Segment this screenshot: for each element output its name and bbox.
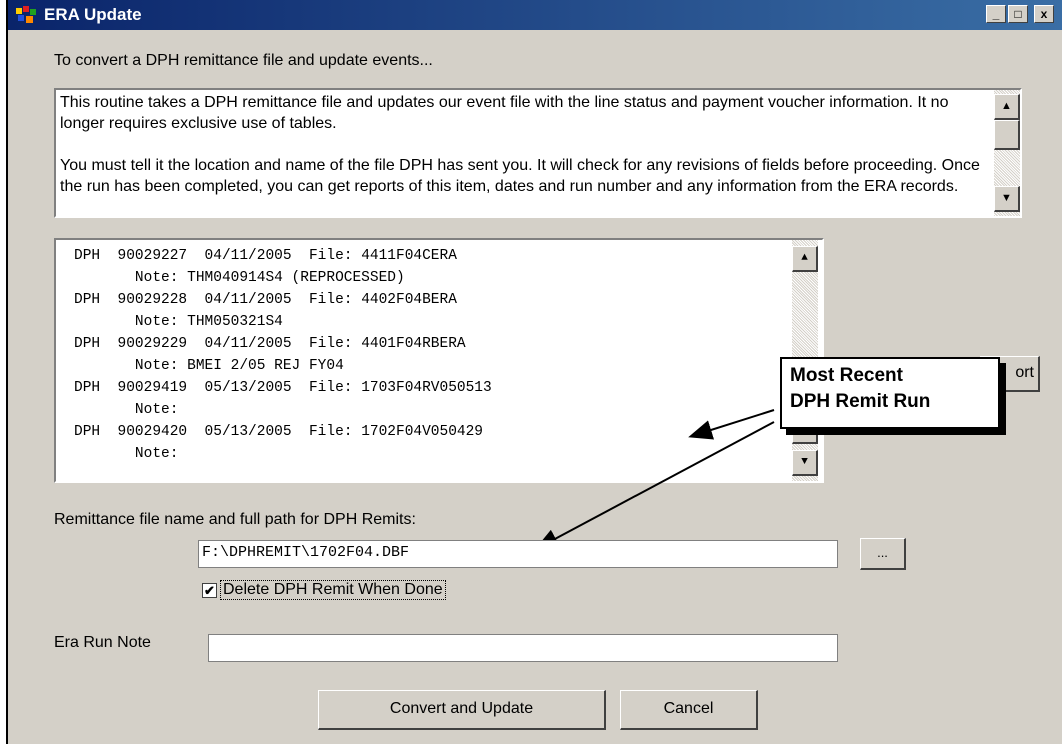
browse-button[interactable]: ...: [860, 538, 906, 570]
era-run-list[interactable]: DPH 90029227 04/11/2005 File: 4411F04CER…: [54, 238, 824, 483]
scroll-down-icon: ▼: [1001, 192, 1012, 204]
description-paragraph-2: You must tell it the location and name o…: [60, 157, 980, 195]
description-text: This routine takes a DPH remittance file…: [60, 92, 980, 197]
callout-annotation: Most Recent DPH Remit Run: [780, 357, 1000, 429]
scroll-thumb[interactable]: [994, 120, 1020, 150]
title-bar[interactable]: ERA Update _ □ x: [8, 0, 1062, 30]
scroll-down-button[interactable]: ▼: [994, 186, 1020, 212]
era-run-note-label: Era Run Note: [54, 634, 151, 651]
era-update-window: ERA Update _ □ x To convert a DPH remitt…: [6, 0, 1062, 744]
callout-line-1: Most Recent: [790, 365, 903, 386]
run-list-item[interactable]: DPH 90029228 04/11/2005 File: 4402F04BER…: [74, 292, 457, 308]
scroll-down-icon: ▼: [801, 456, 808, 468]
description-textbox[interactable]: This routine takes a DPH remittance file…: [54, 88, 1022, 218]
delete-remit-checkbox[interactable]: ✔: [202, 583, 217, 598]
run-list-note[interactable]: Note: THM050321S4: [74, 314, 283, 330]
description-paragraph-1: This routine takes a DPH remittance file…: [60, 94, 949, 132]
window-title: ERA Update: [44, 5, 142, 24]
app-icon: [16, 6, 36, 23]
run-list-item[interactable]: DPH 90029420 05/13/2005 File: 1702F04V05…: [74, 424, 483, 440]
remit-path-label: Remittance file name and full path for D…: [54, 511, 416, 528]
delete-remit-label[interactable]: Delete DPH Remit When Done: [220, 580, 446, 600]
convert-update-button[interactable]: Convert and Update: [318, 690, 606, 730]
run-list-scroll-thumb[interactable]: [792, 430, 818, 444]
run-list-note[interactable]: Note:: [74, 446, 187, 462]
run-list-scroll-up-button[interactable]: ▲: [792, 246, 818, 272]
description-scrollbar[interactable]: ▲ ▼: [994, 90, 1020, 216]
run-list-item[interactable]: DPH 90029229 04/11/2005 File: 4401F04RBE…: [74, 336, 466, 352]
scroll-up-button[interactable]: ▲: [994, 94, 1020, 120]
cancel-button[interactable]: Cancel: [620, 690, 758, 730]
callout-line-2: DPH Remit Run: [790, 391, 931, 412]
scroll-up-icon: ▲: [1001, 100, 1012, 112]
checkmark-icon: ✔: [204, 583, 215, 598]
run-list-item[interactable]: DPH 90029419 05/13/2005 File: 1703F04RV0…: [74, 380, 492, 396]
run-list-note[interactable]: Note: BMEI 2/05 REJ FY04: [74, 358, 344, 374]
run-list-note[interactable]: Note: THM040914S4 (REPROCESSED): [74, 270, 405, 286]
maximize-button[interactable]: □: [1008, 5, 1028, 23]
run-list-scroll-down-button[interactable]: ▼: [792, 450, 818, 476]
close-button[interactable]: x: [1034, 5, 1054, 23]
era-run-note-input[interactable]: [208, 634, 838, 662]
run-list-item[interactable]: DPH 90029227 04/11/2005 File: 4411F04CER…: [74, 248, 457, 264]
remit-path-input[interactable]: F:\DPHREMIT\1702F04.DBF: [198, 540, 838, 568]
minimize-button[interactable]: _: [986, 5, 1006, 23]
scroll-up-icon: ▲: [801, 252, 808, 264]
run-list-note[interactable]: Note:: [74, 402, 187, 418]
header-text: To convert a DPH remittance file and upd…: [54, 52, 433, 69]
